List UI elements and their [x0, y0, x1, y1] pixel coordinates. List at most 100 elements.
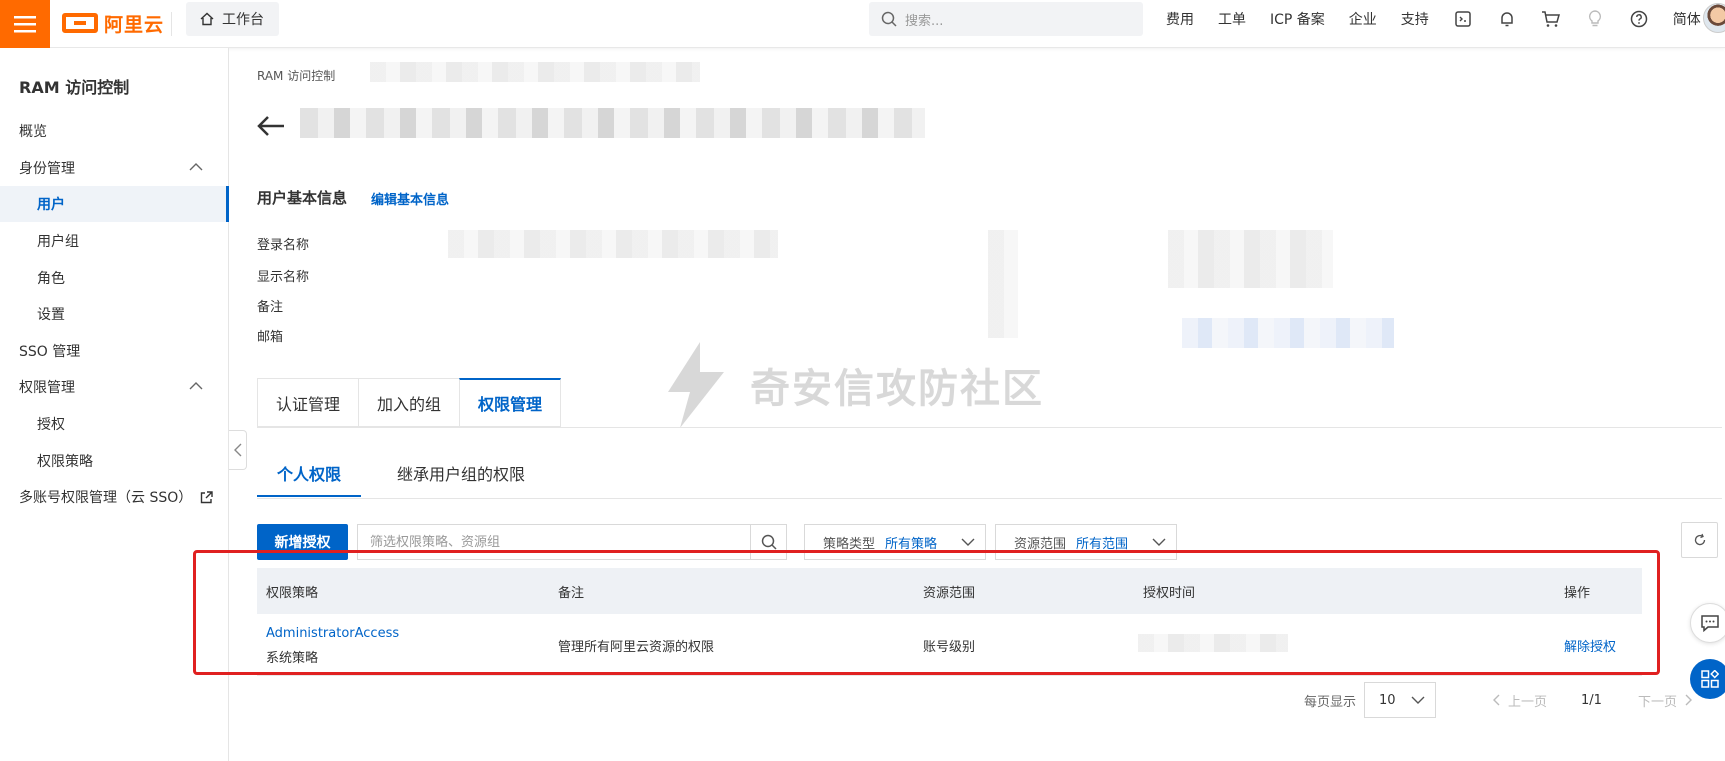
highlight-annotation: [193, 550, 1660, 675]
field-note: 备注: [257, 300, 284, 315]
external-link-icon: [200, 490, 213, 504]
page-indicator: 1/1: [1581, 692, 1602, 708]
sidebar-item-label: 用户: [37, 197, 65, 213]
cloud-shell-icon[interactable]: [1453, 9, 1473, 29]
sidebar-item-identity[interactable]: 身份管理: [0, 150, 229, 186]
subtab-inherited[interactable]: 继承用户组的权限: [397, 445, 545, 497]
chevron-left-icon: [1493, 694, 1500, 706]
sidebar-item-label: 角色: [37, 271, 65, 287]
top-nav: 费用 工单 ICP 备案 企业 支持 简体: [1166, 0, 1701, 38]
divider: [257, 427, 1722, 428]
field-email: 邮箱: [257, 330, 284, 345]
help-icon[interactable]: [1629, 9, 1649, 29]
watermark: 奇安信攻防社区: [660, 340, 1044, 430]
divider: [257, 498, 1722, 499]
sidebar-item-label: 授权: [37, 417, 65, 433]
nav-enterprise[interactable]: 企业: [1349, 9, 1377, 29]
back-arrow-icon[interactable]: [256, 114, 286, 142]
refresh-icon: [1694, 533, 1705, 546]
logo-text: 阿里云: [104, 13, 165, 36]
page-size-value: 10: [1379, 692, 1396, 708]
chevron-up-icon: [189, 382, 203, 390]
sidebar-item-users[interactable]: 用户: [0, 186, 229, 222]
chevron-down-icon: [1152, 538, 1166, 546]
pagination: 每页显示 10 上一页 1/1 下一页: [1304, 682, 1693, 718]
subtab-bar: 个人权限 继承用户组的权限: [257, 445, 545, 497]
sidebar-item-grants[interactable]: 授权: [0, 406, 229, 442]
sidebar-item-cloud-sso[interactable]: 多账号权限管理（云 SSO）: [0, 479, 229, 515]
sidebar-item-permissions[interactable]: 权限管理: [0, 369, 229, 405]
next-page-label: 下一页: [1637, 694, 1677, 710]
breadcrumb[interactable]: RAM 访问控制: [257, 67, 335, 84]
sidebar-item-label: SSO 管理: [19, 344, 81, 360]
sidebar-item-label: 权限管理: [19, 380, 75, 396]
tab-groups[interactable]: 加入的组: [358, 378, 460, 427]
lightbulb-icon[interactable]: [1585, 9, 1605, 29]
watermark-logo: [668, 342, 724, 428]
main-content: RAM 访问控制 用户基本信息 编辑基本信息 登录名称 显示名称 备注 邮箱 奇…: [193, 48, 1725, 761]
menu-icon[interactable]: [0, 0, 50, 48]
aliyun-logo[interactable]: 阿里云: [62, 8, 164, 38]
redacted-value: [1168, 230, 1333, 288]
page-size-select[interactable]: 10: [1364, 682, 1437, 718]
sidebar-item-roles[interactable]: 角色: [0, 260, 229, 296]
apps-button[interactable]: [1690, 659, 1725, 699]
section-title: 用户基本信息: [257, 189, 348, 207]
chat-button[interactable]: [1690, 603, 1725, 643]
redacted-email: [1182, 318, 1394, 348]
policy-type-value: 所有策略: [885, 536, 938, 552]
aliyun-logo-icon: [62, 13, 98, 33]
prev-page-label: 上一页: [1508, 694, 1548, 710]
bell-icon[interactable]: [1497, 9, 1517, 29]
workbench-label: 工作台: [222, 12, 264, 28]
tab-permissions[interactable]: 权限管理: [459, 378, 562, 427]
chevron-down-icon: [1411, 696, 1425, 704]
page-size-label: 每页显示: [1304, 694, 1357, 710]
policy-type-label: 策略类型: [823, 536, 876, 552]
subtab-personal[interactable]: 个人权限: [257, 445, 362, 497]
apps-icon: [1701, 670, 1719, 688]
tab-bar: 认证管理 加入的组 权限管理: [257, 378, 562, 427]
nav-icp[interactable]: ICP 备案: [1270, 9, 1325, 29]
sidebar-item-user-groups[interactable]: 用户组: [0, 223, 229, 259]
redacted-login-name: [448, 230, 778, 258]
search-placeholder: 搜索...: [905, 13, 944, 29]
sidebar-item-label: 用户组: [37, 234, 79, 250]
sidebar-item-policies[interactable]: 权限策略: [0, 443, 229, 479]
sidebar-item-settings[interactable]: 设置: [0, 296, 229, 332]
edit-basic-info-link[interactable]: 编辑基本信息: [371, 189, 449, 208]
field-login-name: 登录名称: [257, 238, 310, 253]
chevron-down-icon: [961, 538, 975, 546]
nav-fees[interactable]: 费用: [1166, 9, 1194, 29]
redacted-user-name: [300, 108, 925, 138]
field-display-name: 显示名称: [257, 270, 310, 285]
cart-icon[interactable]: [1541, 9, 1561, 29]
resource-scope-label: 资源范围: [1014, 536, 1067, 552]
sidebar-title: RAM 访问控制: [19, 78, 130, 97]
next-page-button[interactable]: 下一页: [1638, 691, 1693, 710]
search-box[interactable]: 搜索...: [869, 2, 1143, 36]
refresh-button[interactable]: [1681, 522, 1718, 558]
tab-auth[interactable]: 认证管理: [257, 378, 359, 427]
workbench-button[interactable]: 工作台: [186, 2, 279, 36]
nav-tickets[interactable]: 工单: [1218, 9, 1246, 29]
top-bar: 阿里云 工作台 搜索... 费用 工单 ICP 备案 企业 支持 简体: [0, 0, 1725, 48]
sidebar-item-label: 概览: [19, 124, 47, 140]
sidebar-item-label: 多账号权限管理（云 SSO）: [19, 490, 193, 506]
home-icon: [200, 12, 214, 26]
language-switch[interactable]: 简体: [1673, 9, 1701, 29]
redacted-value: [988, 230, 1018, 338]
watermark-text: 奇安信攻防社区: [750, 366, 1044, 412]
sidebar-item-overview[interactable]: 概览: [0, 113, 229, 149]
resource-scope-value: 所有范围: [1076, 536, 1129, 552]
prev-page-button[interactable]: 上一页: [1492, 691, 1547, 710]
chevron-up-icon: [189, 163, 203, 171]
sidebar-item-sso[interactable]: SSO 管理: [0, 333, 229, 369]
divider: [171, 12, 172, 36]
sidebar-item-label: 身份管理: [19, 161, 75, 177]
sidebar-item-label: 权限策略: [37, 454, 93, 470]
chat-icon: [1701, 615, 1719, 632]
search-icon: [761, 534, 777, 550]
nav-support[interactable]: 支持: [1401, 9, 1429, 29]
user-avatar[interactable]: [1703, 3, 1725, 33]
